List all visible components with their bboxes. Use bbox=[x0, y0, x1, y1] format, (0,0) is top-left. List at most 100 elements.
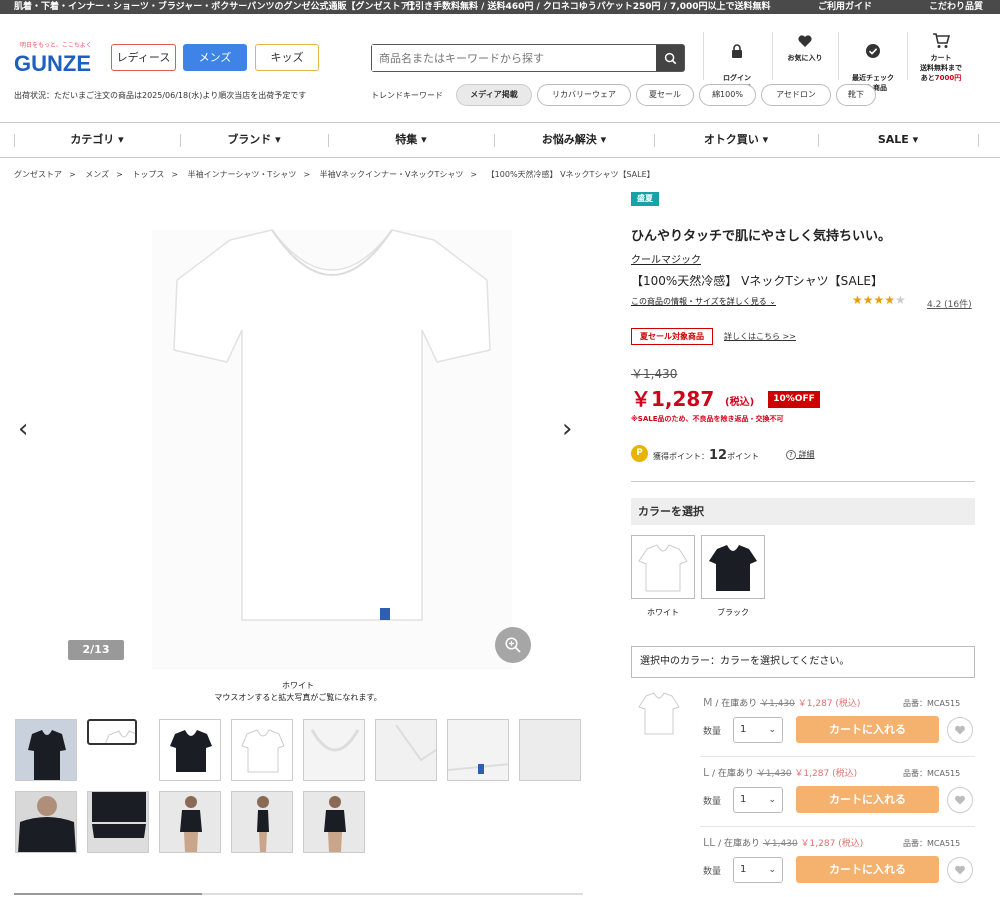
thumbnail[interactable] bbox=[519, 719, 581, 781]
nav-label: ブランド bbox=[227, 133, 272, 146]
thumbnail[interactable] bbox=[231, 719, 293, 781]
qty-value: 1 bbox=[740, 724, 747, 735]
quantity-select[interactable]: 1 ⌄ bbox=[733, 857, 783, 883]
trend-chip[interactable]: 綿100% bbox=[699, 84, 756, 106]
stock-status: / 在庫あり bbox=[712, 699, 758, 709]
cart-free-label: 送料無料まで bbox=[920, 64, 962, 72]
thumbnail[interactable] bbox=[87, 719, 137, 745]
search-button[interactable] bbox=[656, 45, 684, 71]
brand-link[interactable]: クールマジック bbox=[631, 251, 701, 266]
qty-label: 数量 bbox=[703, 797, 722, 807]
nav-label: カテゴリ bbox=[70, 133, 115, 146]
favorite-heart-button[interactable] bbox=[947, 857, 973, 883]
selected-color-box: 選択中のカラー：カラーを選択してください。 bbox=[631, 646, 975, 678]
trend-chip[interactable]: 靴下 bbox=[836, 84, 876, 106]
color-swatch-white[interactable] bbox=[631, 535, 695, 599]
cart-icon bbox=[933, 33, 950, 48]
size-info: L / 在庫あり ￥1,430 ￥1,287 (税込) bbox=[703, 766, 857, 779]
color-swatch-black[interactable] bbox=[701, 535, 765, 599]
logo-tagline: 明日をもっと、ここちよく bbox=[20, 42, 92, 49]
point-unit: ポイント bbox=[727, 452, 760, 461]
breadcrumb-sep: > bbox=[171, 170, 179, 179]
favorite-heart-button[interactable] bbox=[947, 717, 973, 743]
thumbnail[interactable] bbox=[303, 791, 365, 853]
add-to-cart-button[interactable]: カートに入れる bbox=[796, 716, 939, 743]
favorite-heart-button[interactable] bbox=[947, 787, 973, 813]
nav-item[interactable]: カテゴリ ▾ bbox=[14, 123, 180, 157]
qty-value: 1 bbox=[740, 864, 747, 875]
thumbnail[interactable] bbox=[375, 719, 437, 781]
gallery-scrollbar[interactable] bbox=[14, 893, 583, 895]
shipping-info[interactable]: 代引き手数料無料 / 送料460円 / クロネコゆうパケット250円 / 7,0… bbox=[406, 0, 771, 14]
kids-button[interactable]: キッズ bbox=[255, 44, 319, 71]
prev-arrow-icon[interactable]: ‹ bbox=[18, 416, 28, 442]
ladies-button[interactable]: レディース bbox=[111, 44, 176, 71]
breadcrumb-link[interactable]: メンズ bbox=[85, 170, 109, 179]
sku: 品番：MCA515 bbox=[903, 699, 961, 708]
thumbnail[interactable] bbox=[303, 719, 365, 781]
breadcrumb-link[interactable]: 半袖Vネックインナー・VネックTシャツ bbox=[320, 170, 464, 179]
info-link[interactable]: この商品の情報・サイズを詳しく見る ⌄ bbox=[631, 296, 776, 307]
guide-link[interactable]: ご利用ガイド bbox=[818, 0, 872, 14]
trend-label: トレンドキーワード bbox=[371, 91, 443, 100]
trend-chip[interactable]: リカバリーウェア bbox=[537, 84, 631, 106]
size-price: ￥1,287 bbox=[794, 769, 830, 779]
quantity-select[interactable]: 1 ⌄ bbox=[733, 717, 783, 743]
logo-wordmark: GUNZE bbox=[14, 51, 91, 76]
cart-button[interactable]: カート 送料無料まで あと7000円 bbox=[909, 33, 973, 83]
search-box bbox=[371, 44, 685, 72]
mens-button[interactable]: メンズ bbox=[183, 44, 247, 71]
thumbnail[interactable] bbox=[159, 719, 221, 781]
rating-link[interactable]: 4.2 (16件) bbox=[927, 297, 972, 310]
zoom-button[interactable] bbox=[495, 627, 531, 663]
gunze-logo[interactable]: 明日をもっと、ここちよく GUNZE bbox=[14, 40, 98, 76]
divider bbox=[631, 481, 975, 482]
thumbnail[interactable] bbox=[15, 791, 77, 853]
caption-color: ホワイト bbox=[282, 681, 314, 690]
breadcrumb-link[interactable]: グンゼストア bbox=[14, 170, 62, 179]
point-detail-label: 詳細 bbox=[798, 450, 815, 459]
nav-item[interactable]: ブランド ▾ bbox=[180, 123, 328, 157]
breadcrumb-link[interactable]: トップス bbox=[132, 170, 164, 179]
size-old-price: ￥1,430 bbox=[756, 769, 792, 779]
nav-label: お悩み解決 bbox=[541, 133, 597, 146]
trend-chip[interactable]: 夏セール bbox=[636, 84, 694, 106]
search-input[interactable] bbox=[372, 45, 652, 71]
thumbnail[interactable] bbox=[15, 719, 77, 781]
thumbnail[interactable] bbox=[87, 791, 149, 853]
rating-stars: ★★★★★ bbox=[852, 293, 906, 307]
thumbnail[interactable] bbox=[231, 791, 293, 853]
size-tax: (税込) bbox=[838, 839, 864, 849]
global-nav: カテゴリ ▾ ブランド ▾ 特集 ▾ お悩み解決 ▾ オトク買い ▾ SALE … bbox=[0, 122, 1000, 158]
nav-item[interactable]: オトク買い ▾ bbox=[654, 123, 818, 157]
favorite-label: お気に入り bbox=[787, 54, 823, 62]
quantity-select[interactable]: 1 ⌄ bbox=[733, 787, 783, 813]
add-to-cart-button[interactable]: カートに入れる bbox=[796, 786, 939, 813]
row-divider bbox=[700, 756, 975, 757]
nav-item[interactable]: 特集 ▾ bbox=[328, 123, 494, 157]
nav-item[interactable]: お悩み解決 ▾ bbox=[494, 123, 654, 157]
breadcrumb-sep: > bbox=[116, 170, 123, 179]
sale-detail-link[interactable]: 詳しくはこちら >> bbox=[724, 331, 796, 342]
cart-label: カート bbox=[930, 54, 952, 62]
quality-link[interactable]: こだわり品質 bbox=[929, 0, 983, 14]
size-name: LL bbox=[703, 836, 716, 849]
breadcrumb-link[interactable]: 半袖インナーシャツ・Tシャツ bbox=[188, 170, 297, 179]
add-to-cart-button[interactable]: カートに入れる bbox=[796, 856, 939, 883]
trend-chip[interactable]: メディア掲載 bbox=[456, 84, 532, 106]
image-caption: ホワイト マウスオンすると拡大写真がご覧になれます。 bbox=[150, 680, 446, 704]
thumbnail[interactable] bbox=[159, 791, 221, 853]
thumbnail[interactable] bbox=[447, 719, 509, 781]
row-divider bbox=[700, 826, 975, 827]
sale-note: ※SALE品のため、不良品を除き返品・交換不可 bbox=[631, 415, 784, 423]
size-price: ￥1,287 bbox=[797, 699, 833, 709]
main-product-image[interactable] bbox=[122, 200, 542, 670]
favorite-button[interactable]: お気に入り bbox=[773, 33, 837, 63]
discount-badge: 10%OFF bbox=[768, 391, 820, 408]
sale-price: ￥1,287 bbox=[631, 387, 715, 411]
trend-chip[interactable]: アセドロン bbox=[761, 84, 831, 106]
size-info: LL / 在庫あり ￥1,430 ￥1,287 (税込) bbox=[703, 836, 863, 849]
nav-item[interactable]: SALE ▾ bbox=[818, 123, 978, 157]
next-arrow-icon[interactable]: › bbox=[562, 416, 572, 442]
point-detail-link[interactable]: ? 詳細 bbox=[786, 449, 815, 460]
